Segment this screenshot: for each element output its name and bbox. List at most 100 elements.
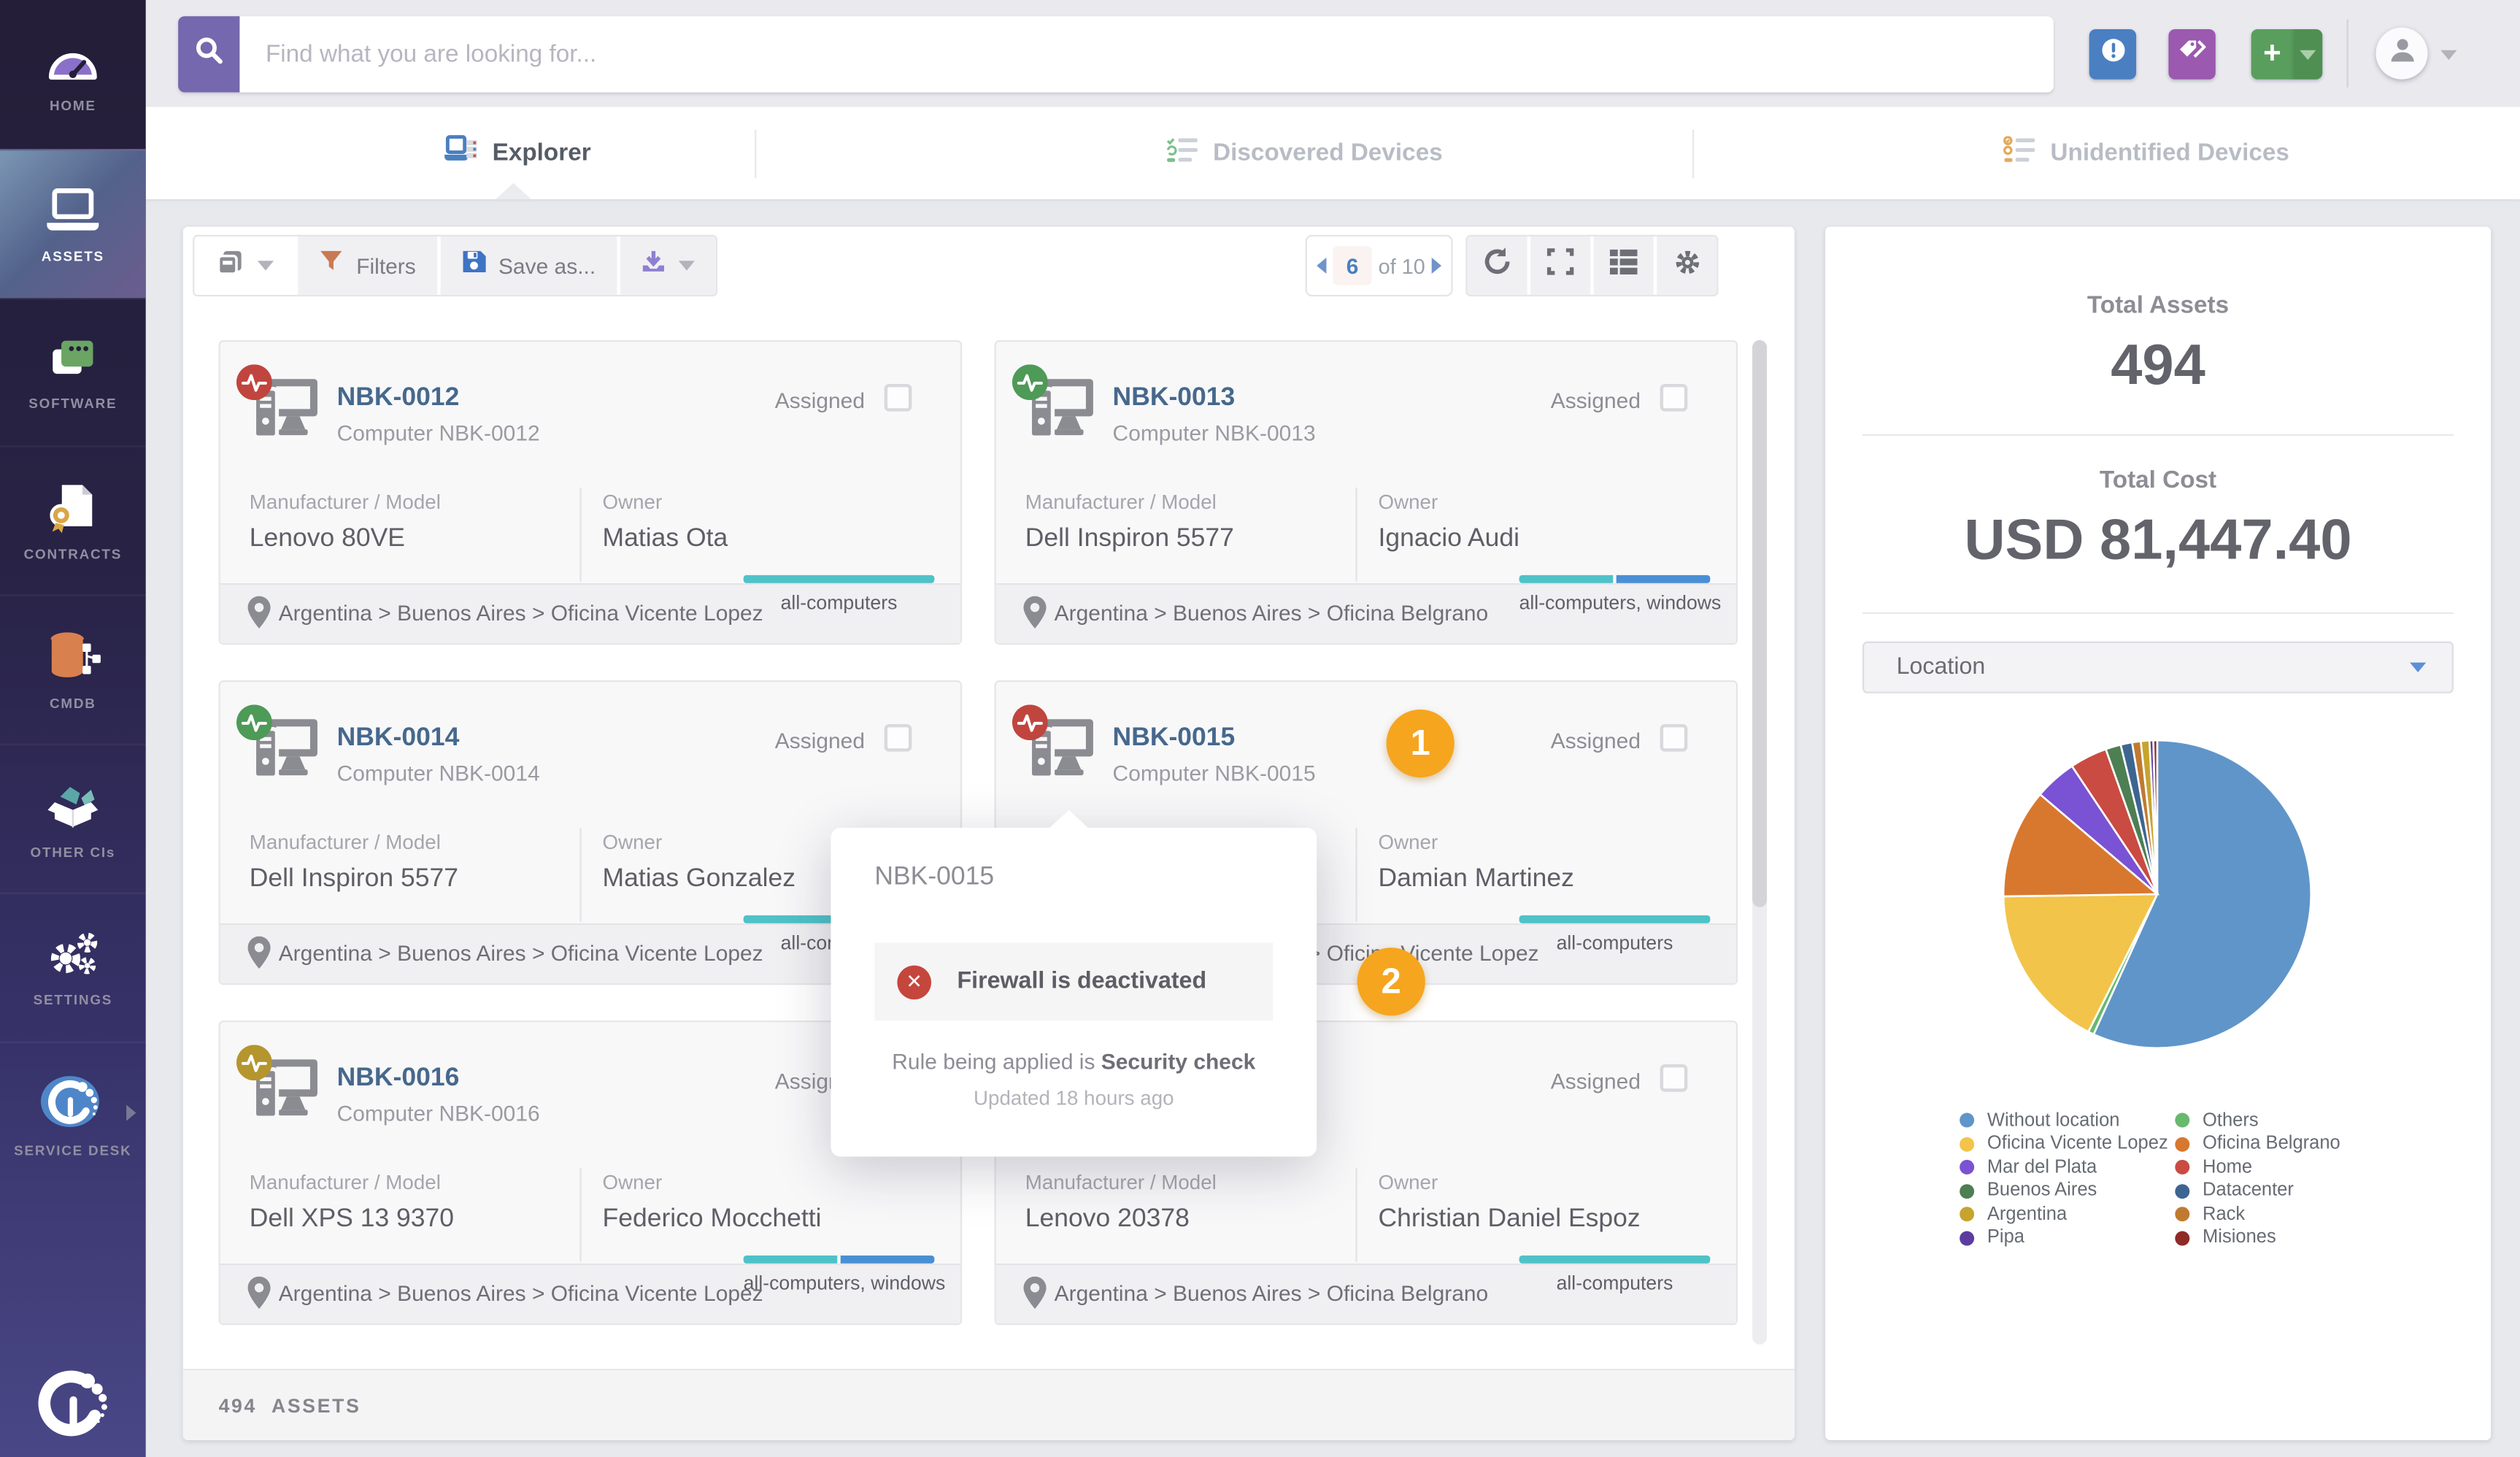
global-search	[178, 16, 2054, 93]
location-filter-label: Location	[1896, 654, 1986, 681]
legend-dot	[2175, 1207, 2190, 1222]
save-as-button[interactable]: Save as...	[440, 236, 617, 295]
sidebar-item-label: SOFTWARE	[28, 396, 117, 412]
owner-label: Owner	[1378, 491, 1438, 514]
location-pin-icon	[247, 596, 271, 629]
sidebar-item-other-cis[interactable]: OTHER CIs	[0, 743, 146, 893]
error-icon: ✕	[897, 964, 932, 999]
avatar[interactable]	[2375, 27, 2428, 80]
popup-alert-row: ✕ Firewall is deactivated	[874, 942, 1274, 1021]
legend-item-without-location: Without location	[1960, 1110, 2119, 1131]
asset-title[interactable]: NBK-0013	[1113, 384, 1236, 413]
invgate-logo-icon	[34, 1363, 112, 1441]
search-icon	[194, 36, 223, 73]
asset-title[interactable]: NBK-0014	[337, 724, 460, 753]
asset-checkbox[interactable]	[1660, 723, 1688, 752]
asset-location: Argentina > Buenos Aires > Oficina Belgr…	[1054, 1281, 1489, 1306]
laptop-icon	[42, 184, 104, 236]
page-input[interactable]: 6	[1333, 246, 1372, 285]
location-pin-icon	[247, 1276, 271, 1310]
owner-label: Owner	[1378, 1171, 1438, 1194]
card-divider	[579, 487, 582, 582]
next-page-button[interactable]	[1431, 257, 1442, 274]
tag-label: all-computers	[780, 591, 898, 615]
sidebar-item-software[interactable]: SOFTWARE	[0, 297, 146, 446]
save-as-label: Save as...	[498, 253, 596, 278]
asset-health-popup: NBK-0015 ✕ Firewall is deactivated Rule …	[831, 810, 1425, 1157]
asset-tags[interactable]: all-computers, windows	[743, 1255, 945, 1294]
asset-checkbox[interactable]	[884, 723, 912, 752]
legend-label: Others	[2203, 1110, 2259, 1130]
legend-dot	[2175, 1136, 2190, 1151]
asset-checkbox[interactable]	[884, 383, 912, 412]
card-divider	[1355, 827, 1357, 922]
search-input[interactable]	[239, 16, 2054, 93]
manufacturer-label: Manufacturer / Model	[249, 1171, 441, 1194]
tab-unidentified-devices[interactable]: Unidentified Devices	[2003, 107, 2289, 199]
add-button[interactable]: +	[2251, 28, 2294, 80]
asset-tags[interactable]: all-computers	[1519, 1255, 1711, 1294]
scrollbar-thumb[interactable]	[1752, 340, 1768, 907]
asset-title[interactable]: NBK-0015	[1113, 724, 1236, 753]
page-total-label: of 10	[1378, 253, 1425, 278]
view-mode-button[interactable]	[194, 236, 295, 295]
filter-icon	[319, 250, 343, 282]
assigned-label: Assigned	[1550, 1069, 1641, 1093]
owner-label: Owner	[602, 491, 663, 514]
sidebar-item-service-desk[interactable]: SERVICE DESK	[0, 1040, 146, 1190]
settings-button[interactable]	[1657, 236, 1717, 295]
add-dropdown-button[interactable]	[2293, 28, 2323, 80]
popup-rule-text: Rule being applied is Security check	[892, 1050, 1256, 1075]
download-icon	[641, 250, 665, 282]
tab-divider	[755, 129, 757, 179]
tab-discovered-devices[interactable]: Discovered Devices	[1166, 107, 1443, 199]
location-filter-select[interactable]: Location	[1862, 641, 2454, 693]
asset-title[interactable]: NBK-0016	[337, 1064, 460, 1093]
prev-page-button[interactable]	[1317, 257, 1327, 274]
search-button[interactable]	[178, 16, 240, 93]
database-icon	[44, 628, 102, 683]
fullscreen-button[interactable]	[1530, 236, 1591, 295]
owner-value: Damian Martinez	[1378, 865, 1574, 893]
asset-location: Argentina > Buenos Aires > Oficina Vicen…	[278, 1281, 763, 1306]
user-menu-caret[interactable]	[2440, 50, 2457, 61]
card-footer: Argentina > Buenos Aires > Oficina Vicen…	[220, 574, 960, 644]
export-button[interactable]	[620, 236, 716, 295]
sidebar-item-label: HOME	[49, 98, 96, 115]
tabs-bar: Explorer Discovered Devices Unidentified D…	[145, 107, 2520, 199]
health-status-icon	[1012, 364, 1048, 401]
asset-location: Argentina > Buenos Aires > Oficina Vicen…	[278, 601, 763, 626]
asset-subtitle: Computer NBK-0015	[1112, 761, 1316, 786]
asset-tags[interactable]: all-computers	[1519, 915, 1711, 954]
asset-tags[interactable]: all-computers	[743, 574, 935, 615]
total-cost-label: Total Cost	[2099, 466, 2217, 494]
sidebar-item-home[interactable]: HOME	[0, 0, 146, 149]
sidebar-item-settings[interactable]: SETTINGS	[0, 892, 146, 1041]
sidebar-item-cmdb[interactable]: CMDB	[0, 594, 146, 744]
sidebar-item-assets[interactable]: ASSETS	[0, 148, 146, 298]
asset-checkbox[interactable]	[1660, 1064, 1688, 1092]
legend-dot	[2175, 1112, 2190, 1128]
list-view-button[interactable]	[1593, 236, 1654, 295]
asset-tags[interactable]: all-computers, windows	[1519, 574, 1721, 614]
card-divider	[1355, 487, 1357, 582]
owner-label: Owner	[602, 1171, 663, 1194]
tab-label: Explorer	[492, 139, 591, 167]
tab-label: Discovered Devices	[1213, 139, 1443, 167]
asset-card-nbk-0012: NBK-0012 Computer NBK-0012 Assigned Manufac…	[218, 340, 963, 645]
asset-checkbox[interactable]	[1660, 383, 1688, 412]
asset-subtitle: Computer NBK-0013	[1112, 420, 1316, 446]
filters-button[interactable]: Filters	[298, 236, 437, 295]
card-divider	[579, 1168, 582, 1262]
refresh-button[interactable]	[1467, 236, 1527, 295]
alerts-button[interactable]	[2089, 28, 2137, 80]
assigned-label: Assigned	[1550, 388, 1641, 413]
tags-button[interactable]	[2168, 28, 2216, 80]
asset-title[interactable]: NBK-0012	[337, 384, 460, 413]
legend-item-oficina-vicente-lopez: Oficina Vicente Lopez	[1960, 1133, 2168, 1154]
legend-label: Mar del Plata	[1987, 1157, 2097, 1177]
unidentified-icon	[2003, 135, 2035, 171]
sidebar-item-contracts[interactable]: CONTRACTS	[0, 446, 146, 595]
legend-dot	[2175, 1230, 2190, 1245]
box-icon	[42, 777, 104, 832]
